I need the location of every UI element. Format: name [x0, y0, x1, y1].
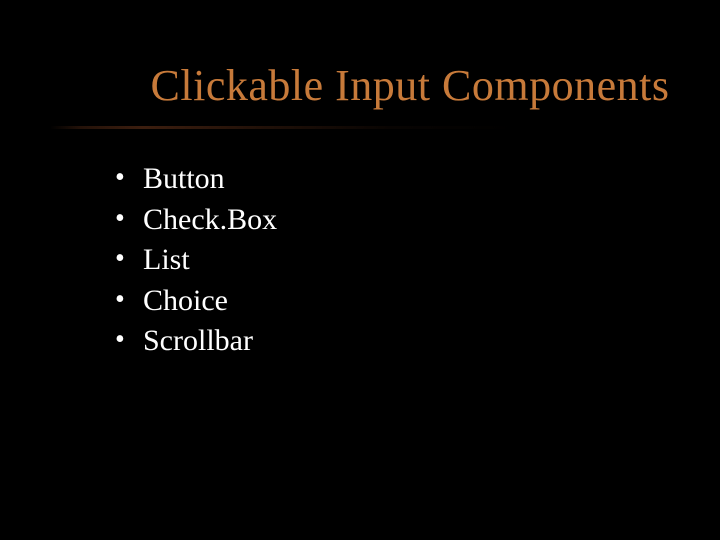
bullet-list: Button Check.Box List Choice Scrollbar	[50, 159, 670, 362]
list-item: Check.Box	[115, 200, 670, 241]
slide-title: Clickable Input Components	[50, 60, 670, 111]
list-item: Choice	[115, 281, 670, 322]
list-item: List	[115, 240, 670, 281]
list-item: Button	[115, 159, 670, 200]
title-divider	[50, 126, 670, 129]
slide-container: Clickable Input Components Button Check.…	[0, 0, 720, 540]
list-item: Scrollbar	[115, 321, 670, 362]
